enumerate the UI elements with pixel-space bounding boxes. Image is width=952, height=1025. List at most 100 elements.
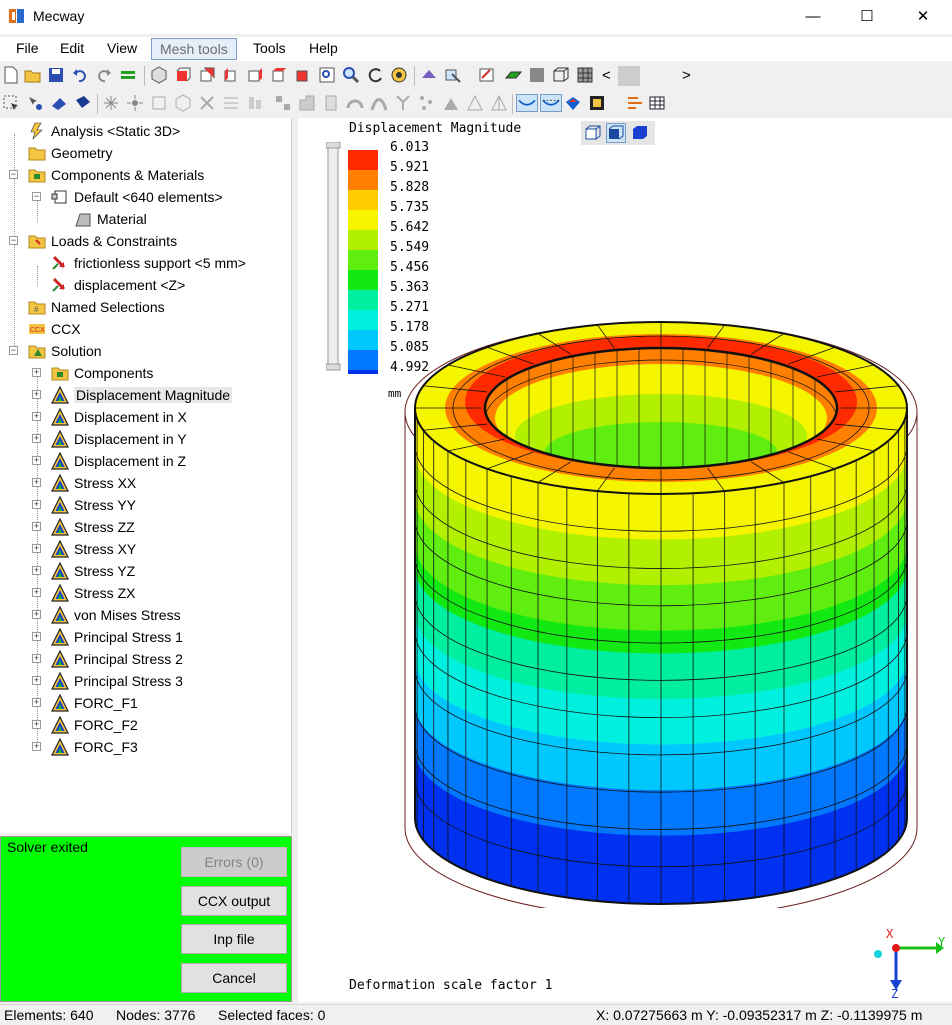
sweep-icon[interactable] [370, 94, 388, 112]
refine-icon[interactable] [298, 94, 316, 112]
tet-icon[interactable] [490, 94, 508, 112]
deformed-shape-icon[interactable] [516, 94, 538, 112]
close-button[interactable]: ✕ [900, 0, 946, 32]
outline-cube-icon[interactable] [584, 124, 602, 142]
minimize-button[interactable]: — [790, 0, 836, 32]
tree-item-solution[interactable]: Solution [14, 340, 102, 362]
tree-item-result[interactable]: FORC_F1 [37, 692, 138, 714]
toolbar-scroll-right[interactable]: > [682, 67, 700, 85]
tree-item-result[interactable]: Displacement in X [37, 406, 187, 428]
mesh-view-icon[interactable] [420, 66, 438, 84]
cube-icon[interactable] [174, 94, 192, 112]
mirror-icon[interactable] [442, 94, 460, 112]
tree-item-result[interactable]: Displacement in Z [37, 450, 186, 472]
zoom-fit-icon[interactable] [318, 66, 336, 84]
square-icon[interactable] [150, 94, 168, 112]
animation-icon[interactable] [588, 94, 606, 112]
equals-icon[interactable] [119, 66, 137, 84]
nodes-icon[interactable] [102, 94, 120, 112]
deformed-cylinder-model[interactable] [398, 318, 928, 908]
align-icon[interactable] [246, 94, 264, 112]
inp-file-button[interactable]: Inp file [181, 924, 287, 954]
table-icon[interactable] [648, 94, 666, 112]
zoom-icon[interactable] [342, 66, 360, 84]
solid-view-icon[interactable] [528, 66, 546, 84]
cancel-button[interactable]: Cancel [181, 963, 287, 993]
tree-item-loads-constraints[interactable]: Loads & Constraints [14, 230, 177, 252]
mesh-lines-icon[interactable] [576, 66, 594, 84]
view-back-icon[interactable] [198, 66, 216, 84]
open-folder-icon[interactable] [24, 66, 42, 84]
tree-item-components-materials[interactable]: Components & Materials [14, 164, 204, 186]
tree-item-named-selections[interactable]: # Named Selections [14, 296, 165, 318]
view-top-icon[interactable] [270, 66, 288, 84]
branch-icon[interactable] [394, 94, 412, 112]
view-right-icon[interactable] [246, 66, 264, 84]
maximize-button[interactable]: ☐ [844, 0, 890, 32]
tree-item-result[interactable]: Stress YY [37, 494, 136, 516]
select-element-icon[interactable] [50, 94, 68, 112]
tree-item-ccx[interactable]: CCX CCX [14, 318, 81, 340]
errors-button[interactable]: Errors (0) [181, 847, 287, 877]
tree-item-result[interactable]: Displacement Magnitude [37, 384, 233, 406]
solid-cube-icon[interactable] [631, 124, 649, 142]
view-left-icon[interactable] [222, 66, 240, 84]
ccx-output-button[interactable]: CCX output [181, 886, 287, 916]
chart-icon[interactable] [626, 94, 644, 112]
tree-item-result[interactable]: FORC_F3 [37, 736, 138, 758]
triangle-icon[interactable] [466, 94, 484, 112]
pan-icon[interactable] [390, 66, 408, 84]
tree-item-geometry[interactable]: Geometry [14, 142, 112, 164]
wireframe-view-icon[interactable] [552, 66, 570, 84]
tree-item-material[interactable]: Material [60, 208, 147, 230]
scatter-icon[interactable] [418, 94, 436, 112]
extrude-icon[interactable] [322, 94, 340, 112]
tree-item-result[interactable]: Stress XX [37, 472, 136, 494]
menu-mesh-tools[interactable]: Mesh tools [151, 38, 237, 60]
rotate-icon[interactable] [366, 66, 384, 84]
tree-item-result[interactable]: Principal Stress 2 [37, 648, 183, 670]
tree-item-result[interactable]: Displacement in Y [37, 428, 187, 450]
view-iso-icon[interactable] [150, 66, 168, 84]
view-bottom-icon[interactable] [294, 66, 312, 84]
delete-icon[interactable] [198, 94, 216, 112]
tree-item-frictionless-support[interactable]: frictionless support <5 mm> [37, 252, 246, 274]
select-node-icon[interactable] [26, 94, 44, 112]
save-icon[interactable] [47, 66, 65, 84]
tree-item-result[interactable]: Stress XY [37, 538, 136, 560]
shaded-cube-icon[interactable] [606, 123, 626, 143]
new-file-icon[interactable] [2, 66, 20, 84]
surface-icon[interactable] [504, 66, 522, 84]
undeformed-shape-icon[interactable] [540, 94, 562, 112]
merge-icon[interactable] [274, 94, 292, 112]
tree-item-result[interactable]: Components [37, 362, 153, 384]
menu-view[interactable]: View [107, 40, 137, 56]
menu-tools[interactable]: Tools [253, 40, 286, 56]
split-icon[interactable] [222, 94, 240, 112]
contour-icon[interactable] [564, 94, 582, 112]
revolve-icon[interactable] [346, 94, 364, 112]
view-front-icon[interactable] [174, 66, 192, 84]
select-face-icon[interactable] [74, 94, 92, 112]
3d-viewport[interactable]: Displacement Magnitude 6.013 5.921 5.828 5.… [298, 118, 952, 1002]
tree-item-result[interactable]: Stress YZ [37, 560, 135, 582]
tree-item-result[interactable]: Stress ZZ [37, 516, 135, 538]
tree-item-default-component[interactable]: Default <640 elements> [37, 186, 223, 208]
undo-icon[interactable] [71, 66, 89, 84]
tree-item-displacement[interactable]: displacement <Z> [37, 274, 185, 296]
select-box-icon[interactable] [2, 94, 20, 112]
redo-icon[interactable] [95, 66, 113, 84]
menu-file[interactable]: File [16, 40, 39, 56]
tree-item-result[interactable]: Stress ZX [37, 582, 135, 604]
annotate-icon[interactable] [478, 66, 496, 84]
menu-help[interactable]: Help [309, 40, 338, 56]
tree-item-result[interactable]: FORC_F2 [37, 714, 138, 736]
toolbar-scroll-thumb[interactable] [618, 66, 640, 86]
tree-item-result[interactable]: Principal Stress 1 [37, 626, 183, 648]
explode-icon[interactable] [126, 94, 144, 112]
menu-edit[interactable]: Edit [60, 40, 84, 56]
tree-item-result[interactable]: von Mises Stress [37, 604, 181, 626]
probe-icon[interactable] [444, 66, 462, 84]
tree-item-analysis[interactable]: Analysis <Static 3D> [14, 120, 180, 142]
tree-item-result[interactable]: Principal Stress 3 [37, 670, 183, 692]
